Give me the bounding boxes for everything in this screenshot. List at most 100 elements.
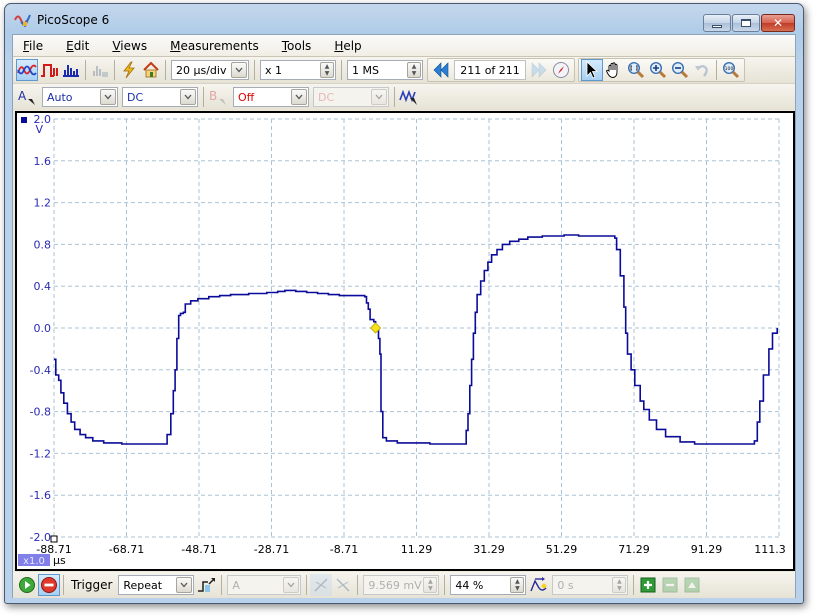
toolbar-separator (165, 60, 166, 80)
trigger-label: Trigger (71, 578, 113, 592)
auto-setup-button[interactable] (118, 59, 140, 81)
spin-buttons[interactable]: ▲ ▼ (612, 577, 627, 593)
zoom-area-icon (627, 61, 645, 79)
timebase-select[interactable]: 20 µs/div (171, 60, 249, 80)
menu-file[interactable]: File (21, 37, 45, 55)
spin-buttons[interactable]: ▲ ▼ (320, 62, 334, 78)
hand-tool-button[interactable] (603, 59, 625, 81)
chevron-down-icon[interactable] (231, 62, 247, 78)
undo-icon (695, 65, 708, 77)
spin-down-icon[interactable]: ▼ (613, 585, 625, 592)
scope-plot[interactable]: 2.01.61.20.80.40.0-0.4-0.8-1.2-1.6-2.0 -… (17, 113, 793, 569)
menu-help[interactable]: Help (332, 37, 363, 55)
start-button[interactable] (16, 574, 38, 596)
chevron-down-icon[interactable] (100, 89, 116, 105)
spin-buttons[interactable]: ▲ ▼ (423, 577, 438, 593)
channel-a-range-select[interactable]: Auto (42, 87, 118, 107)
math-bars-icon (93, 66, 108, 77)
spin-down-icon[interactable]: ▼ (424, 585, 436, 592)
trigger-source-value: A (232, 578, 240, 592)
rising-edge-button[interactable] (310, 574, 333, 596)
advanced-trigger-button[interactable] (196, 574, 218, 596)
scope-view[interactable]: 2.0 1.6 1.2 0.8 0.4 0.0 -0.4 -0.8 -1.2 -1.6 -2.0 -… (17, 113, 793, 569)
zoom-factor-stepper[interactable]: x 1 ▲ ▼ (260, 60, 336, 80)
buffer-index[interactable]: 211 of 211 (454, 60, 526, 80)
chevron-down-icon[interactable] (176, 577, 193, 593)
channel-a-axis-marker[interactable] (21, 117, 27, 123)
maximize-button[interactable] (732, 14, 760, 32)
channel-b-range-select[interactable]: Off (233, 87, 309, 107)
scope-view-frame: 2.0 1.6 1.2 0.8 0.4 0.0 -0.4 -0.8 -1.2 -1.6 -2.0 -… (15, 111, 795, 571)
menu-tools[interactable]: Tools (280, 37, 314, 55)
signal-generator-button[interactable] (398, 86, 420, 108)
zoom-100-tool-button[interactable]: 100 (720, 59, 742, 81)
post-trigger-delay-button[interactable] (528, 574, 550, 596)
math-channels-button[interactable] (89, 59, 111, 81)
spin-up-icon[interactable]: ▲ (408, 63, 420, 70)
y-tick-label: -1.2 (30, 447, 51, 460)
delete-measurement-button[interactable] (659, 574, 681, 596)
select-tool-button[interactable] (581, 59, 603, 81)
scope-mode-button[interactable] (16, 59, 38, 81)
menu-views[interactable]: Views (110, 37, 149, 55)
x-scale-badge-label: x1.0 (23, 556, 45, 567)
x-axis-origin-handle[interactable] (50, 535, 58, 543)
y-axis-unit: V (35, 123, 43, 136)
start-icon (19, 577, 35, 593)
spin-down-icon[interactable]: ▼ (408, 70, 420, 77)
default-setup-button[interactable] (140, 59, 162, 81)
zoom-area-tool-button[interactable] (625, 59, 647, 81)
compass-icon (553, 62, 569, 78)
add-measurement-icon (640, 577, 656, 593)
spin-buttons[interactable]: ▲ ▼ (510, 577, 525, 593)
stop-button[interactable] (38, 574, 60, 596)
minimize-button[interactable] (703, 14, 731, 32)
x-axis-unit: µs (53, 554, 66, 567)
spin-up-icon[interactable]: ▲ (321, 63, 333, 70)
spin-up-icon[interactable]: ▲ (511, 578, 523, 585)
trigger-threshold-stepper[interactable]: 9.569 mV ▲ ▼ (363, 575, 440, 595)
zoom-in-tool-button[interactable] (647, 59, 669, 81)
persistence-mode-button[interactable] (38, 59, 60, 81)
next-buffer-button[interactable] (528, 59, 550, 81)
chevron-down-icon[interactable] (283, 577, 300, 593)
undo-zoom-tool-button[interactable] (691, 59, 713, 81)
chevron-down-icon[interactable] (371, 89, 387, 105)
signal-generator-icon (399, 89, 417, 105)
hand-icon (605, 62, 618, 78)
close-button[interactable]: ✕ (761, 14, 795, 32)
channel-b-coupling-select[interactable]: DC (313, 87, 389, 107)
falling-edge-button[interactable] (332, 574, 354, 596)
spin-up-icon[interactable]: ▲ (613, 578, 625, 585)
spin-down-icon[interactable]: ▼ (511, 585, 523, 592)
pre-trigger-stepper[interactable]: 44 % ▲ ▼ (450, 575, 527, 595)
double-chevron-right-icon (531, 62, 547, 78)
channel-a-options-button[interactable]: A (16, 86, 40, 108)
edit-measurement-button[interactable] (681, 574, 703, 596)
trigger-mode-select[interactable]: Repeat (118, 575, 195, 595)
main-toolbar: 20 µs/div x 1 ▲ ▼ 1 MS ▲ ▼ 211 of 211 10… (13, 57, 795, 84)
samples-stepper[interactable]: 1 MS ▲ ▼ (347, 60, 423, 80)
view-tools: 100 (578, 58, 745, 82)
spectrum-mode-button[interactable] (60, 59, 82, 81)
spin-buttons[interactable]: ▲ ▼ (407, 62, 421, 78)
buffer-navigator-button[interactable] (550, 59, 572, 81)
menu-measurements[interactable]: Measurements (168, 37, 261, 55)
channel-b-options-button[interactable]: B (207, 86, 231, 108)
previous-buffer-button[interactable] (430, 59, 452, 81)
spin-up-icon[interactable]: ▲ (424, 578, 436, 585)
chevron-down-icon[interactable] (180, 89, 196, 105)
title-bar[interactable]: PicoScope 6 ✕ (5, 4, 803, 34)
menu-edit[interactable]: Edit (64, 37, 91, 55)
menu-label-rest: easurements (180, 38, 259, 53)
trigger-source-select[interactable]: A (227, 575, 302, 595)
spectrum-bars-icon (63, 65, 79, 77)
channel-a-coupling-select[interactable]: DC (122, 87, 198, 107)
zoom-out-tool-button[interactable] (669, 59, 691, 81)
zoom-factor-value: x 1 (265, 63, 283, 77)
post-trigger-delay-stepper[interactable]: 0 s ▲ ▼ (552, 575, 629, 595)
spin-down-icon[interactable]: ▼ (321, 70, 333, 77)
pre-trigger-value: 44 % (455, 578, 484, 592)
chevron-down-icon[interactable] (291, 89, 307, 105)
add-measurement-button[interactable] (637, 574, 659, 596)
